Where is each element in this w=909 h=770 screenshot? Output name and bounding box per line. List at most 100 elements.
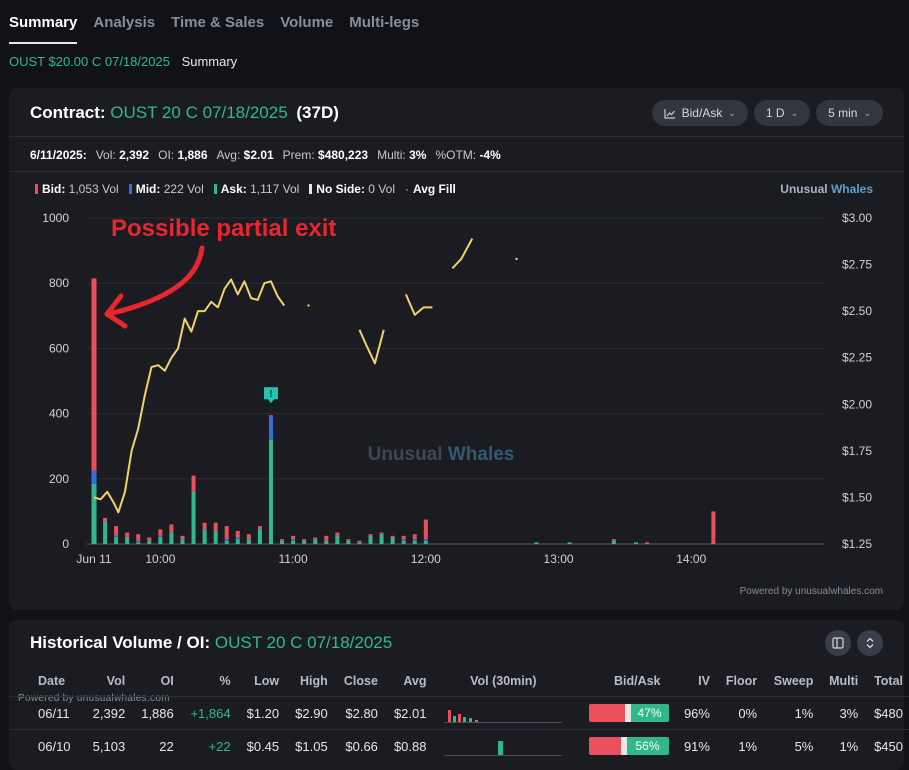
bid-bar bbox=[412, 534, 417, 540]
bid-bar bbox=[302, 539, 307, 541]
legend-no-side[interactable]: No Side: 0 Vol bbox=[309, 182, 395, 196]
bid-bar bbox=[611, 539, 616, 541]
legend-avg-fill[interactable]: · Avg Fill bbox=[405, 182, 456, 196]
contract-stats: 6/11/2025: Vol: 2,392 OI: 1,886 Avg: $2.… bbox=[30, 148, 501, 162]
mid-bar bbox=[423, 539, 428, 541]
col-avg[interactable]: Avg bbox=[384, 666, 433, 697]
bid-bar bbox=[191, 475, 196, 492]
x-tick-label: 14:00 bbox=[676, 552, 706, 566]
tab-volume[interactable]: Volume bbox=[280, 0, 333, 44]
ask-bar bbox=[158, 537, 163, 544]
mid-bar bbox=[291, 539, 296, 541]
bid-bar bbox=[158, 529, 163, 536]
interval-dropdown[interactable]: 5 min ⌄ bbox=[816, 100, 883, 126]
alert-marker-label: ! bbox=[269, 389, 272, 400]
bid-bar bbox=[136, 534, 141, 541]
legend-mid[interactable]: Mid: 222 Vol bbox=[128, 182, 204, 196]
legend-bid[interactable]: Bid: 1,053 Vol bbox=[35, 182, 119, 196]
brand-logo: Unusual Whales bbox=[780, 182, 873, 196]
ask-bar bbox=[169, 532, 174, 544]
avg-fill-line bbox=[404, 293, 433, 316]
chevron-down-icon: ⌄ bbox=[728, 107, 736, 118]
x-tick-label: 10:00 bbox=[145, 552, 175, 566]
col-low[interactable]: Low bbox=[237, 666, 286, 697]
contract-title: Contract: OUST 20 C 07/18/2025 (37D) bbox=[30, 103, 339, 122]
col-close[interactable]: Close bbox=[334, 666, 384, 697]
ask-bar bbox=[257, 529, 262, 544]
bid-bar bbox=[103, 517, 108, 522]
y-left-tick-label: 600 bbox=[49, 341, 69, 355]
tab-multi-legs[interactable]: Multi-legs bbox=[349, 0, 419, 44]
table-row[interactable]: 06/10 5,103 22 +22 $0.45 $1.05 $0.66 $0.… bbox=[9, 729, 909, 762]
columns-icon[interactable] bbox=[825, 630, 851, 656]
avg-fill-line bbox=[451, 238, 474, 269]
bid-bar bbox=[268, 415, 273, 417]
expand-collapse-icon[interactable] bbox=[857, 630, 883, 656]
legend-ask[interactable]: Ask: 1,117 Vol bbox=[213, 182, 299, 196]
ask-bar bbox=[313, 539, 318, 544]
ask-bar bbox=[412, 540, 417, 544]
mid-bar bbox=[235, 537, 240, 540]
avg-fill-line bbox=[358, 329, 385, 365]
chevron-down-icon: ⌄ bbox=[863, 107, 871, 118]
range-dropdown[interactable]: 1 D ⌄ bbox=[753, 100, 811, 126]
mid-bar bbox=[114, 535, 119, 538]
ask-bar bbox=[611, 540, 616, 544]
ask-bar bbox=[147, 540, 152, 544]
bid-bar bbox=[313, 537, 318, 540]
ask-bar bbox=[235, 539, 240, 544]
bid-bar bbox=[91, 278, 97, 471]
mid-bar bbox=[91, 470, 97, 484]
historical-title: Historical Volume / OI: OUST 20 C 07/18/… bbox=[30, 633, 393, 652]
bid-bar bbox=[711, 511, 716, 544]
bid-ask-bar: 56% bbox=[588, 737, 669, 755]
col-floor[interactable]: Floor bbox=[716, 666, 763, 697]
ask-bar bbox=[91, 483, 97, 544]
chart-type-dropdown[interactable]: Bid/Ask ⌄ bbox=[651, 100, 748, 126]
breadcrumb-contract[interactable]: OUST $20.00 C 07/18/2025 bbox=[9, 54, 170, 69]
col-total[interactable]: Total bbox=[864, 666, 909, 697]
bid-bar bbox=[169, 524, 174, 533]
col-iv[interactable]: IV bbox=[675, 666, 716, 697]
bid-bar bbox=[235, 530, 240, 538]
ask-bar bbox=[633, 542, 638, 544]
ask-bar bbox=[324, 540, 329, 544]
volume-avg-fill-chart: 1000 800 600 400 200 0 $3.00 $2.75 $2.50 $2.25 $2.… bbox=[42, 211, 872, 566]
avg-fill-line bbox=[93, 278, 286, 514]
ask-bar bbox=[202, 529, 207, 544]
historical-table: Date Vol OI % Low High Close Avg Vol (30… bbox=[9, 666, 909, 762]
divider bbox=[9, 136, 904, 137]
ask-bar bbox=[268, 439, 273, 544]
ask-bar bbox=[423, 540, 428, 544]
col-oi[interactable]: OI bbox=[131, 666, 180, 697]
col-vol-30min[interactable]: Vol (30min) bbox=[432, 666, 574, 697]
mid-bar bbox=[412, 539, 417, 541]
y-left-tick-label: 400 bbox=[49, 407, 69, 421]
bid-bar bbox=[335, 532, 340, 536]
table-row[interactable]: 06/11 2,392 1,886 +1,864 $1.20 $2.90 $2.… bbox=[9, 696, 909, 730]
col-pct-change[interactable]: % bbox=[180, 666, 237, 697]
col-sweep[interactable]: Sweep bbox=[763, 666, 819, 697]
powered-by: Powered by unusualwhales.com bbox=[739, 586, 883, 597]
tab-time-sales[interactable]: Time & Sales bbox=[171, 0, 264, 44]
vol-30min-sparkline bbox=[444, 704, 563, 723]
annotation-text: Possible partial exit bbox=[111, 215, 336, 242]
mid-bar bbox=[268, 416, 273, 440]
mid-bar bbox=[158, 535, 163, 538]
chevron-down-icon: ⌄ bbox=[790, 107, 799, 118]
ask-bar bbox=[114, 537, 119, 544]
mid-bar bbox=[136, 540, 141, 543]
tab-summary[interactable]: Summary bbox=[9, 0, 78, 44]
col-vol[interactable]: Vol bbox=[83, 666, 132, 697]
y-right-tick-label: $2.00 bbox=[842, 397, 872, 411]
ask-bar bbox=[346, 540, 351, 544]
col-bid-ask[interactable]: Bid/Ask bbox=[574, 666, 674, 697]
historical-actions bbox=[825, 630, 883, 656]
table-header-row: Date Vol OI % Low High Close Avg Vol (30… bbox=[9, 666, 909, 697]
col-multi[interactable]: Multi bbox=[819, 666, 864, 697]
col-date[interactable]: Date bbox=[9, 666, 83, 697]
col-high[interactable]: High bbox=[285, 666, 334, 697]
chart-legend: Bid: 1,053 Vol Mid: 222 Vol Ask: 1,117 V… bbox=[35, 182, 456, 196]
y-left-tick-label: 800 bbox=[49, 276, 69, 290]
tab-analysis[interactable]: Analysis bbox=[93, 0, 155, 44]
